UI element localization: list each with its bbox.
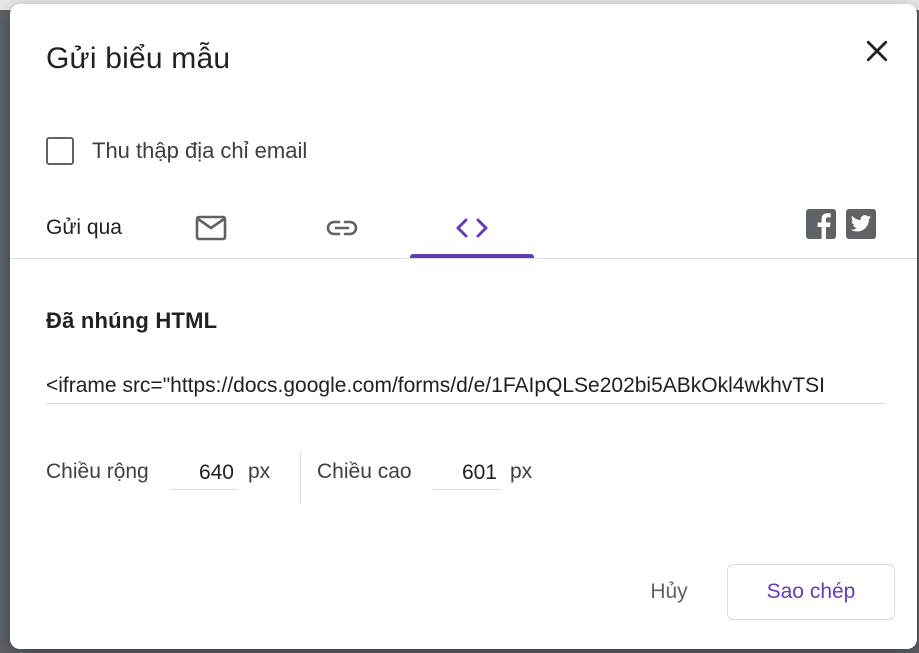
- tab-embed-html[interactable]: [410, 196, 534, 260]
- send-form-dialog: Gửi biểu mẫu Thu thập địa chỉ email Gửi …: [10, 4, 917, 649]
- width-unit: px: [248, 460, 271, 483]
- tabs-divider: [10, 258, 917, 259]
- twitter-share-button[interactable]: [846, 209, 876, 239]
- facebook-share-button[interactable]: [806, 209, 836, 239]
- collect-email-label: Thu thập địa chỉ email: [92, 138, 308, 163]
- collect-email-checkbox[interactable]: [46, 137, 74, 165]
- link-icon: [326, 220, 358, 236]
- copy-button[interactable]: Sao chép: [727, 564, 895, 620]
- send-via-label: Gửi qua: [46, 216, 122, 239]
- embed-html-title: Đã nhúng HTML: [46, 308, 218, 333]
- cancel-button[interactable]: Hủy: [634, 564, 704, 620]
- width-label: Chiều rộng: [46, 460, 149, 483]
- twitter-icon: [850, 215, 872, 232]
- email-icon: [195, 215, 227, 241]
- dialog-title: Gửi biểu mẫu: [46, 42, 231, 75]
- tab-link[interactable]: [280, 196, 404, 260]
- embed-code-field[interactable]: [46, 368, 884, 404]
- height-label: Chiều cao: [317, 460, 412, 483]
- width-input[interactable]: [170, 456, 238, 490]
- height-input[interactable]: [433, 456, 501, 490]
- collect-email-row: Thu thập địa chỉ email: [46, 136, 307, 166]
- code-icon: [456, 218, 488, 238]
- close-button[interactable]: [862, 36, 892, 66]
- tab-email[interactable]: [149, 196, 273, 260]
- close-icon: [866, 40, 888, 62]
- dimension-divider: [300, 452, 301, 504]
- facebook-icon: [817, 213, 831, 239]
- height-unit: px: [510, 460, 533, 483]
